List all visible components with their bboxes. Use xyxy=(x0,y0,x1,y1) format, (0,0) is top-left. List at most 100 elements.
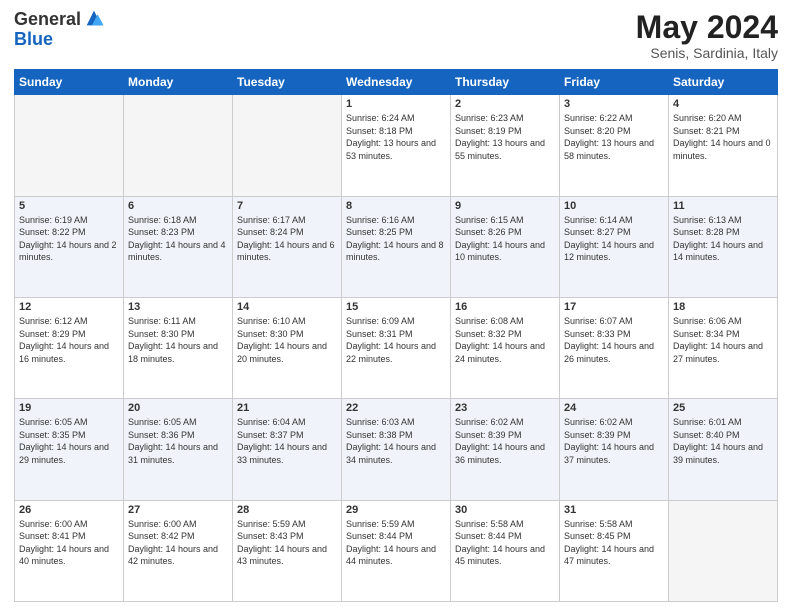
day-number: 1 xyxy=(346,98,446,110)
table-row: 9Sunrise: 6:15 AMSunset: 8:26 PMDaylight… xyxy=(451,196,560,297)
day-number: 8 xyxy=(346,200,446,212)
sunset-text: Sunset: 8:35 PM xyxy=(19,429,119,442)
page: General Blue May 2024 Senis, Sardinia, I… xyxy=(0,0,792,612)
daylight-text: Daylight: 14 hours and 47 minutes. xyxy=(564,543,664,568)
sunset-text: Sunset: 8:38 PM xyxy=(346,429,446,442)
table-row: 25Sunrise: 6:01 AMSunset: 8:40 PMDayligh… xyxy=(669,399,778,500)
calendar-header-row: Sunday Monday Tuesday Wednesday Thursday… xyxy=(15,70,778,95)
day-number: 12 xyxy=(19,301,119,313)
calendar-table: Sunday Monday Tuesday Wednesday Thursday… xyxy=(14,69,778,602)
daylight-text: Daylight: 13 hours and 53 minutes. xyxy=(346,137,446,162)
day-number: 20 xyxy=(128,402,228,414)
col-tuesday: Tuesday xyxy=(233,70,342,95)
daylight-text: Daylight: 14 hours and 20 minutes. xyxy=(237,340,337,365)
day-number: 29 xyxy=(346,504,446,516)
day-number: 4 xyxy=(673,98,773,110)
cell-info: Sunrise: 6:18 AMSunset: 8:23 PMDaylight:… xyxy=(128,214,228,264)
sunrise-text: Sunrise: 5:58 AM xyxy=(564,518,664,531)
sunset-text: Sunset: 8:31 PM xyxy=(346,328,446,341)
header: General Blue May 2024 Senis, Sardinia, I… xyxy=(14,10,778,61)
sunrise-text: Sunrise: 6:23 AM xyxy=(455,112,555,125)
col-saturday: Saturday xyxy=(669,70,778,95)
table-row: 7 Sunrise: 6:17 AMSunset: 8:24 PMDaylight… xyxy=(233,196,342,297)
cell-info: Sunrise: 5:58 AMSunset: 8:45 PMDaylight:… xyxy=(564,518,664,568)
table-row: 30Sunrise: 5:58 AMSunset: 8:44 PMDayligh… xyxy=(451,500,560,601)
daylight-text: Daylight: 14 hours and 45 minutes. xyxy=(455,543,555,568)
sunrise-text: Sunrise: 6:03 AM xyxy=(346,416,446,429)
sunrise-text: Sunrise: 6:15 AM xyxy=(455,214,555,227)
table-row xyxy=(669,500,778,601)
table-row: 26Sunrise: 6:00 AMSunset: 8:41 PMDayligh… xyxy=(15,500,124,601)
sunrise-text: Sunrise: 6:08 AM xyxy=(455,315,555,328)
table-row: 12Sunrise: 6:12 AMSunset: 8:29 PMDayligh… xyxy=(15,297,124,398)
sunrise-text: Sunrise: 6:06 AM xyxy=(673,315,773,328)
cell-info: Sunrise: 6:17 AMSunset: 8:24 PMDaylight:… xyxy=(237,214,337,264)
sunrise-text: Sunrise: 6:00 AM xyxy=(19,518,119,531)
cell-info: Sunrise: 6:02 AMSunset: 8:39 PMDaylight:… xyxy=(564,416,664,466)
table-row: 24 Sunrise: 6:02 AMSunset: 8:39 PMDayligh… xyxy=(560,399,669,500)
logo-blue-text: Blue xyxy=(14,30,105,50)
cell-info: Sunrise: 6:20 AMSunset: 8:21 PMDaylight:… xyxy=(673,112,773,162)
sunrise-text: Sunrise: 6:04 AM xyxy=(237,416,337,429)
daylight-text: Daylight: 14 hours and 16 minutes. xyxy=(19,340,119,365)
sunset-text: Sunset: 8:33 PM xyxy=(564,328,664,341)
daylight-text: Daylight: 14 hours and 27 minutes. xyxy=(673,340,773,365)
logo: General Blue xyxy=(14,10,105,50)
sunrise-text: Sunrise: 6:09 AM xyxy=(346,315,446,328)
cell-info: Sunrise: 6:05 AMSunset: 8:36 PMDaylight:… xyxy=(128,416,228,466)
sunrise-text: Sunrise: 6:16 AM xyxy=(346,214,446,227)
table-row: 11Sunrise: 6:13 AMSunset: 8:28 PMDayligh… xyxy=(669,196,778,297)
sunset-text: Sunset: 8:39 PM xyxy=(564,429,664,442)
daylight-text: Daylight: 14 hours and 44 minutes. xyxy=(346,543,446,568)
daylight-text: Daylight: 14 hours and 14 minutes. xyxy=(673,239,773,264)
daylight-text: Daylight: 13 hours and 55 minutes. xyxy=(455,137,555,162)
table-row: 10Sunrise: 6:14 AMSunset: 8:27 PMDayligh… xyxy=(560,196,669,297)
day-number: 19 xyxy=(19,402,119,414)
table-row: 2 Sunrise: 6:23 AMSunset: 8:19 PMDaylight… xyxy=(451,95,560,196)
daylight-text: Daylight: 14 hours and 40 minutes. xyxy=(19,543,119,568)
sunrise-text: Sunrise: 6:18 AM xyxy=(128,214,228,227)
daylight-text: Daylight: 14 hours and 8 minutes. xyxy=(346,239,446,264)
cell-info: Sunrise: 6:10 AMSunset: 8:30 PMDaylight:… xyxy=(237,315,337,365)
table-row: 14 Sunrise: 6:10 AMSunset: 8:30 PMDayligh… xyxy=(233,297,342,398)
table-row: 29 Sunrise: 5:59 AMSunset: 8:44 PMDayligh… xyxy=(342,500,451,601)
day-number: 2 xyxy=(455,98,555,110)
table-row: 23Sunrise: 6:02 AMSunset: 8:39 PMDayligh… xyxy=(451,399,560,500)
table-row: 31Sunrise: 5:58 AMSunset: 8:45 PMDayligh… xyxy=(560,500,669,601)
table-row: 21 Sunrise: 6:04 AMSunset: 8:37 PMDayligh… xyxy=(233,399,342,500)
cell-info: Sunrise: 6:13 AMSunset: 8:28 PMDaylight:… xyxy=(673,214,773,264)
table-row: 16Sunrise: 6:08 AMSunset: 8:32 PMDayligh… xyxy=(451,297,560,398)
sunset-text: Sunset: 8:45 PM xyxy=(564,530,664,543)
sunset-text: Sunset: 8:29 PM xyxy=(19,328,119,341)
cell-info: Sunrise: 5:59 AMSunset: 8:44 PMDaylight:… xyxy=(346,518,446,568)
sunset-text: Sunset: 8:25 PM xyxy=(346,226,446,239)
cell-info: Sunrise: 6:05 AMSunset: 8:35 PMDaylight:… xyxy=(19,416,119,466)
table-row: 15Sunrise: 6:09 AMSunset: 8:31 PMDayligh… xyxy=(342,297,451,398)
table-row: 28Sunrise: 5:59 AMSunset: 8:43 PMDayligh… xyxy=(233,500,342,601)
daylight-text: Daylight: 14 hours and 34 minutes. xyxy=(346,441,446,466)
sunrise-text: Sunrise: 6:07 AM xyxy=(564,315,664,328)
daylight-text: Daylight: 14 hours and 24 minutes. xyxy=(455,340,555,365)
day-number: 7 xyxy=(237,200,337,212)
day-number: 21 xyxy=(237,402,337,414)
table-row: 20 Sunrise: 6:05 AMSunset: 8:36 PMDayligh… xyxy=(124,399,233,500)
daylight-text: Daylight: 14 hours and 33 minutes. xyxy=(237,441,337,466)
sunset-text: Sunset: 8:40 PM xyxy=(673,429,773,442)
cell-info: Sunrise: 6:09 AMSunset: 8:31 PMDaylight:… xyxy=(346,315,446,365)
sunset-text: Sunset: 8:19 PM xyxy=(455,125,555,138)
day-number: 18 xyxy=(673,301,773,313)
sunset-text: Sunset: 8:20 PM xyxy=(564,125,664,138)
table-row xyxy=(15,95,124,196)
day-number: 25 xyxy=(673,402,773,414)
day-number: 24 xyxy=(564,402,664,414)
daylight-text: Daylight: 14 hours and 39 minutes. xyxy=(673,441,773,466)
day-number: 10 xyxy=(564,200,664,212)
day-number: 14 xyxy=(237,301,337,313)
cell-info: Sunrise: 6:23 AMSunset: 8:19 PMDaylight:… xyxy=(455,112,555,162)
sunset-text: Sunset: 8:18 PM xyxy=(346,125,446,138)
sunset-text: Sunset: 8:41 PM xyxy=(19,530,119,543)
sunset-text: Sunset: 8:37 PM xyxy=(237,429,337,442)
daylight-text: Daylight: 14 hours and 31 minutes. xyxy=(128,441,228,466)
sunrise-text: Sunrise: 6:17 AM xyxy=(237,214,337,227)
sunset-text: Sunset: 8:30 PM xyxy=(237,328,337,341)
